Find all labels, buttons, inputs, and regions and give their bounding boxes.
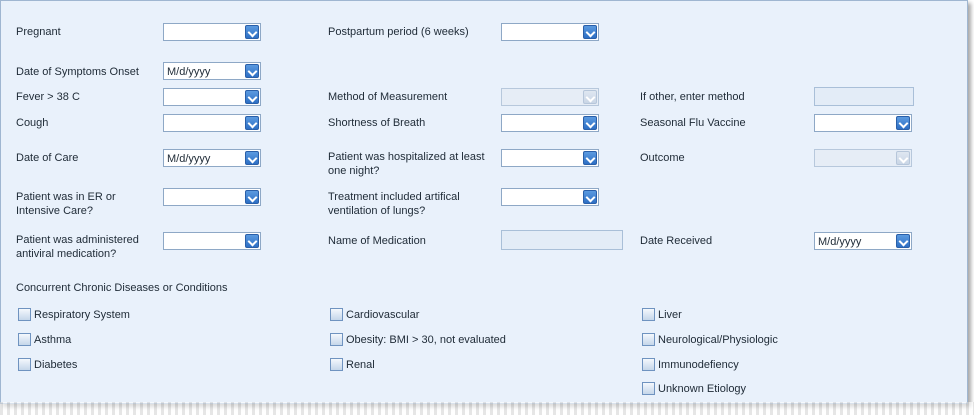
antiviral-label: Patient was administered antiviral medic… xyxy=(16,234,139,260)
chevron-down-icon xyxy=(896,151,910,165)
respiratory-label: Respiratory System xyxy=(34,309,130,321)
respiratory-checkbox[interactable] xyxy=(18,308,31,321)
conditions-title: Concurrent Chronic Diseases or Condition… xyxy=(16,282,228,294)
date-value: M/d/yyyy xyxy=(167,66,211,78)
chevron-down-icon xyxy=(896,234,910,248)
outcome-label: Outcome xyxy=(640,152,685,164)
chevron-down-icon xyxy=(245,25,259,39)
outcome-dropdown[interactable] xyxy=(814,149,912,167)
postpartum-label: Postpartum period (6 weeks) xyxy=(328,26,469,38)
er-icu-label: Patient was in ER or Intensive Care? xyxy=(16,191,116,217)
date-received-label: Date Received xyxy=(640,235,713,247)
neurological-checkbox[interactable] xyxy=(642,333,655,346)
symptoms-onset-label: Date of Symptoms Onset xyxy=(16,66,139,78)
liver-checkbox[interactable] xyxy=(642,308,655,321)
pregnant-label: Pregnant xyxy=(16,26,61,38)
obesity-label: Obesity: BMI > 30, not evaluated xyxy=(346,334,506,346)
diabetes-checkbox[interactable] xyxy=(18,358,31,371)
cough-label: Cough xyxy=(16,117,49,129)
renal-label: Renal xyxy=(346,359,375,371)
renal-checkbox[interactable] xyxy=(330,358,343,371)
obesity-checkbox[interactable] xyxy=(330,333,343,346)
date-care-date-picker[interactable]: M/d/yyyy xyxy=(163,149,261,167)
medication-name-input[interactable] xyxy=(501,230,623,250)
method-label: Method of Measurement xyxy=(328,91,448,103)
flu-vaccine-dropdown[interactable] xyxy=(814,114,912,132)
cardiovascular-label: Cardiovascular xyxy=(346,309,420,321)
chevron-down-icon xyxy=(245,90,259,104)
diabetes-label: Diabetes xyxy=(34,359,78,371)
other-method-label: If other, enter method xyxy=(640,91,745,103)
chevron-down-icon xyxy=(583,190,597,204)
immunodefiency-checkbox[interactable] xyxy=(642,358,655,371)
cough-dropdown[interactable] xyxy=(163,114,261,132)
er-icu-dropdown[interactable] xyxy=(163,188,261,206)
other-method-input[interactable] xyxy=(814,87,914,106)
chevron-down-icon xyxy=(245,190,259,204)
ventilation-label: Treatment included artifical ventilation… xyxy=(328,191,460,217)
hospitalized-dropdown[interactable] xyxy=(501,149,599,167)
chevron-down-icon xyxy=(245,151,259,165)
pregnant-dropdown[interactable] xyxy=(163,23,261,41)
chevron-down-icon xyxy=(583,116,597,130)
torn-edge-decoration xyxy=(0,402,974,415)
chevron-down-icon xyxy=(583,151,597,165)
medication-name-label: Name of Medication xyxy=(328,235,426,247)
immunodefiency-label: Immunodefiency xyxy=(658,359,739,371)
unknown-etiology-checkbox[interactable] xyxy=(642,382,655,395)
chevron-down-icon xyxy=(896,116,910,130)
asthma-checkbox[interactable] xyxy=(18,333,31,346)
liver-label: Liver xyxy=(658,309,682,321)
chevron-down-icon xyxy=(583,25,597,39)
chevron-down-icon xyxy=(245,234,259,248)
chevron-down-icon xyxy=(245,64,259,78)
shortness-dropdown[interactable] xyxy=(501,114,599,132)
unknown-etiology-label: Unknown Etiology xyxy=(658,383,747,395)
date-value: M/d/yyyy xyxy=(818,236,862,248)
chevron-down-icon xyxy=(245,116,259,130)
fever-dropdown[interactable] xyxy=(163,88,261,106)
cardiovascular-checkbox[interactable] xyxy=(330,308,343,321)
fever-label: Fever > 38 C xyxy=(16,91,80,103)
symptoms-onset-date-picker[interactable]: M/d/yyyy xyxy=(163,62,261,80)
ventilation-dropdown[interactable] xyxy=(501,188,599,206)
method-dropdown[interactable] xyxy=(501,88,599,106)
asthma-label: Asthma xyxy=(34,334,72,346)
chevron-down-icon xyxy=(583,90,597,104)
neurological-label: Neurological/Physiologic xyxy=(658,334,778,346)
date-value: M/d/yyyy xyxy=(167,153,211,165)
clinical-form-panel: Pregnant Postpartum period (6 weeks) Dat… xyxy=(0,0,968,404)
antiviral-dropdown[interactable] xyxy=(163,232,261,250)
postpartum-dropdown[interactable] xyxy=(501,23,599,41)
flu-vaccine-label: Seasonal Flu Vaccine xyxy=(640,117,746,129)
date-care-label: Date of Care xyxy=(16,152,79,164)
shortness-label: Shortness of Breath xyxy=(328,117,426,129)
date-received-date-picker[interactable]: M/d/yyyy xyxy=(814,232,912,250)
hospitalized-label: Patient was hospitalized at least one ni… xyxy=(328,151,485,177)
